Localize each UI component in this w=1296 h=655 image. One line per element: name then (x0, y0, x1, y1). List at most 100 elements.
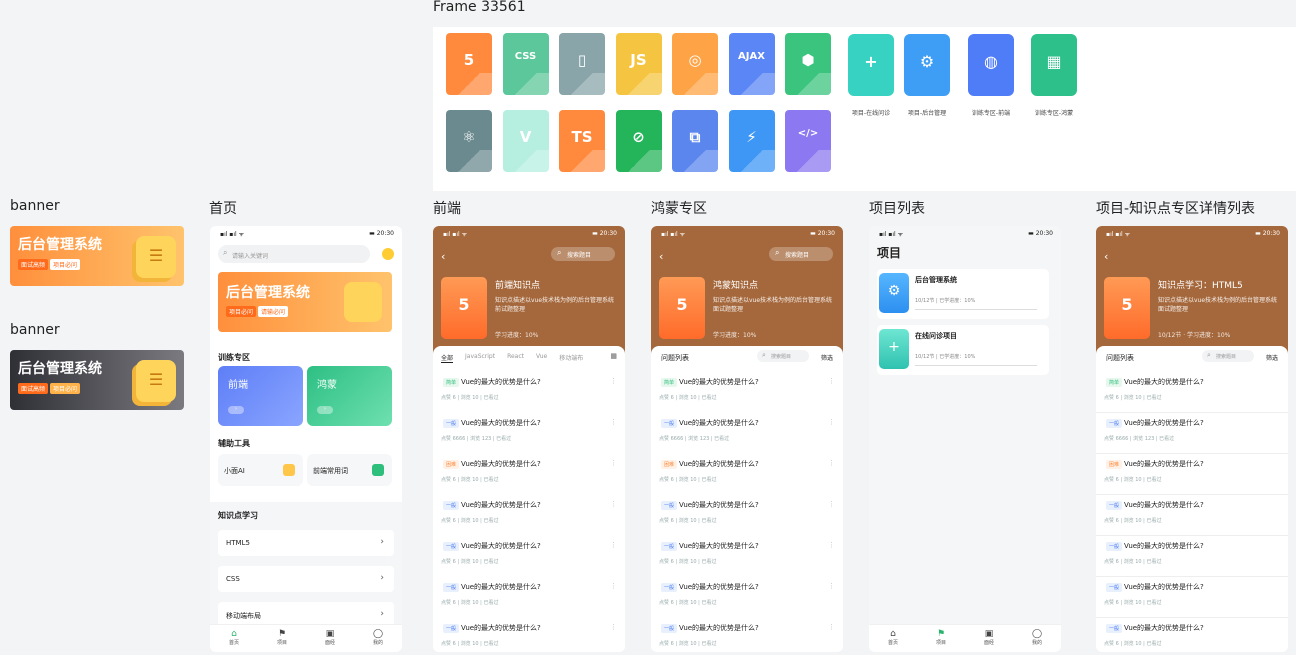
question-title: Vue的最大的优势是什么? (1124, 460, 1204, 468)
question-item[interactable]: 一般 Vue的最大的优势是什么? 点赞 6 | 浏览 10 | 已看过 (1096, 618, 1288, 652)
difficulty-badge: 一般 (443, 624, 460, 633)
question-item[interactable]: 一般 Vue的最大的优势是什么? 点赞 6 | 浏览 10 | 已看过 (1096, 536, 1288, 577)
status-time: 20:30 (1035, 230, 1053, 237)
tab-mine[interactable]: ◯ 我的 (373, 625, 383, 652)
gears-icon: ⚙ (904, 34, 950, 96)
search-input[interactable]: ⌕ 搜索题目 (1202, 350, 1254, 362)
question-title: Vue的最大的优势是什么? (679, 501, 759, 509)
tool-words[interactable]: 前端常用词 (307, 454, 392, 486)
question-item[interactable]: 一般 Vue的最大的优势是什么? 点赞 6 | 浏览 10 | 已看过 ⋮ (433, 577, 625, 618)
question-item[interactable]: 一般 Vue的最大的优势是什么? 点赞 6666 | 浏览 123 | 已看过 ⋮ (433, 413, 625, 454)
knowledge-item[interactable]: HTML5 › (218, 530, 394, 556)
question-title: Vue的最大的优势是什么? (461, 542, 541, 550)
more-icon[interactable]: ⋮ (610, 418, 617, 426)
back-icon[interactable]: ‹ (441, 250, 445, 263)
back-icon[interactable]: ‹ (1104, 250, 1108, 263)
question-item[interactable]: 一般 Vue的最大的优势是什么? 点赞 6 | 浏览 10 | 已看过 (1096, 495, 1288, 536)
more-icon[interactable]: ⋮ (828, 500, 835, 508)
question-item[interactable]: 一般 Vue的最大的优势是什么? 点赞 6 | 浏览 10 | 已看过 ⋮ (651, 536, 843, 577)
more-icon[interactable]: ⋮ (610, 500, 617, 508)
difficulty-badge: 一般 (1106, 419, 1123, 428)
list-title: 问题列表 (1106, 354, 1134, 362)
question-item[interactable]: 一般 Vue的最大的优势是什么? 点赞 6 | 浏览 10 | 已看过 ⋮ (651, 577, 843, 618)
grid-icon[interactable]: ▦ (610, 352, 617, 360)
html5-icon: 5 (441, 277, 487, 339)
code-icon: </> (785, 110, 831, 172)
home-banner[interactable]: 后台管理系统 项目必问 请输必问 (218, 272, 392, 332)
home-label: 首页 (209, 201, 237, 217)
coin-icon[interactable] (382, 248, 394, 260)
knowledge-item[interactable]: CSS › (218, 566, 394, 592)
project-card[interactable]: + 在线问诊项目 10/12节 | 已学进度：10% (877, 325, 1049, 375)
question-item[interactable]: 一般 Vue的最大的优势是什么? 点赞 6 | 浏览 10 | 已看过 ⋮ (433, 495, 625, 536)
tab-interview[interactable]: ▣ 面经 (984, 625, 994, 652)
question-item[interactable]: 一般 Vue的最大的优势是什么? 点赞 6 | 浏览 10 | 已看过 ⋮ (651, 618, 843, 652)
tab-mine[interactable]: ◯ 我的 (1032, 625, 1042, 652)
banner-tag: 项目必问 (50, 259, 81, 270)
more-icon[interactable]: ⋮ (828, 623, 835, 631)
tab-mobile[interactable]: 移动端布 (559, 353, 583, 363)
css-icon: CSS (502, 33, 549, 95)
more-icon[interactable]: ⋮ (610, 459, 617, 467)
more-icon[interactable]: ⋮ (828, 459, 835, 467)
question-item[interactable]: 一般 Vue的最大的优势是什么? 点赞 6 | 浏览 10 | 已看过 ⋮ (651, 495, 843, 536)
banner-light[interactable]: 后台管理系统 面试高频 项目必问 (10, 226, 184, 286)
more-icon[interactable]: ⋮ (828, 377, 835, 385)
question-item[interactable]: 困难 Vue的最大的优势是什么? 点赞 6 | 浏览 10 | 已看过 ⋮ (651, 454, 843, 495)
difficulty-badge: 简单 (443, 378, 460, 387)
question-sheet: 全部 JavaScript React Vue 移动端布 ▦ 简单 Vue的最大的… (433, 346, 625, 652)
search-input[interactable]: ⌕ 请输入关键词 (218, 245, 370, 263)
train-card-frontend[interactable]: 前端 › (218, 366, 303, 426)
tab-all[interactable]: 全部 (441, 353, 454, 363)
train-card-harmony[interactable]: 鸿蒙 › (307, 366, 392, 426)
tool-ai[interactable]: 小面AI (218, 454, 303, 486)
more-icon[interactable]: ⋮ (610, 623, 617, 631)
tab-projects[interactable]: ⚑ 项目 (936, 625, 946, 652)
document-3d-icon (344, 282, 382, 322)
filter-button[interactable]: 筛选 (821, 353, 833, 362)
question-item[interactable]: 简单 Vue的最大的优势是什么? 点赞 6 | 浏览 10 | 已看过 ⋮ (433, 372, 625, 413)
search-input[interactable]: ⌕ 搜索题目 (757, 350, 809, 362)
tab-react[interactable]: React (507, 353, 524, 363)
banner-dark[interactable]: 后台管理系统 面试高频 项目必问 (10, 350, 184, 410)
tab-home[interactable]: ⌂ 首页 (229, 625, 239, 652)
question-item[interactable]: 一般 Vue的最大的优势是什么? 点赞 6 | 浏览 10 | 已看过 ⋮ (433, 618, 625, 652)
icon-frame: 5 CSS ▯ JS ◎ AJAX ⬢ ⚛ V TS ⊘ ⧉ ⚡ </> + 项目-在线问诊 ⚙ 项目-后台管… (433, 27, 1296, 191)
question-item[interactable]: 简单 Vue的最大的优势是什么? 点赞 6 | 浏览 10 | 已看过 ⋮ (651, 372, 843, 413)
question-title: Vue的最大的优势是什么? (1124, 501, 1204, 509)
question-title: Vue的最大的优势是什么? (1124, 624, 1204, 632)
back-icon[interactable]: ‹ (659, 250, 663, 263)
banner-tag: 项目必问 (226, 306, 257, 317)
html5-icon: 5 (1104, 277, 1150, 339)
more-icon[interactable]: ⋮ (610, 377, 617, 385)
typescript-icon: TS (559, 110, 605, 172)
filter-button[interactable]: 筛选 (1266, 353, 1278, 362)
chat-icon: + (848, 34, 894, 96)
question-item[interactable]: 简单 Vue的最大的优势是什么? 点赞 6 | 浏览 10 | 已看过 (1096, 372, 1288, 413)
question-item[interactable]: 困难 Vue的最大的优势是什么? 点赞 6 | 浏览 10 | 已看过 ⋮ (433, 454, 625, 495)
question-item[interactable]: 一般 Vue的最大的优势是什么? 点赞 6666 | 浏览 123 | 已看过 ⋮ (651, 413, 843, 454)
more-icon[interactable]: ⋮ (828, 541, 835, 549)
question-meta: 点赞 6 | 浏览 10 | 已看过 (441, 395, 499, 401)
more-icon[interactable]: ⋮ (610, 582, 617, 590)
question-title: Vue的最大的优势是什么? (679, 460, 759, 468)
more-icon[interactable]: ⋮ (828, 582, 835, 590)
question-item[interactable]: 一般 Vue的最大的优势是什么? 点赞 6 | 浏览 10 | 已看过 ⋮ (433, 536, 625, 577)
question-item[interactable]: 一般 Vue的最大的优势是什么? 点赞 6666 | 浏览 123 | 已看过 (1096, 413, 1288, 454)
tab-home[interactable]: ⌂ 首页 (888, 625, 898, 652)
tab-javascript[interactable]: JavaScript (465, 353, 495, 363)
project-card[interactable]: ⚙ 后台管理系统 10/12节 | 已学进度：10% (877, 269, 1049, 319)
tab-interview[interactable]: ▣ 面经 (325, 625, 335, 652)
chevron-right-icon: › (380, 609, 384, 619)
question-title: Vue的最大的优势是什么? (679, 378, 759, 386)
search-icon: ⌕ (762, 351, 766, 359)
more-icon[interactable]: ⋮ (828, 418, 835, 426)
knowledge-label: 项目-知识点专区详情列表 (1096, 201, 1256, 217)
tab-vue[interactable]: Vue (536, 353, 547, 363)
search-button[interactable]: 搜索题目 (769, 247, 833, 261)
tab-projects[interactable]: ⚑ 项目 (277, 625, 287, 652)
more-icon[interactable]: ⋮ (610, 541, 617, 549)
question-item[interactable]: 困难 Vue的最大的优势是什么? 点赞 6 | 浏览 10 | 已看过 (1096, 454, 1288, 495)
question-item[interactable]: 一般 Vue的最大的优势是什么? 点赞 6 | 浏览 10 | 已看过 (1096, 577, 1288, 618)
search-button[interactable]: 搜索题目 (551, 247, 615, 261)
